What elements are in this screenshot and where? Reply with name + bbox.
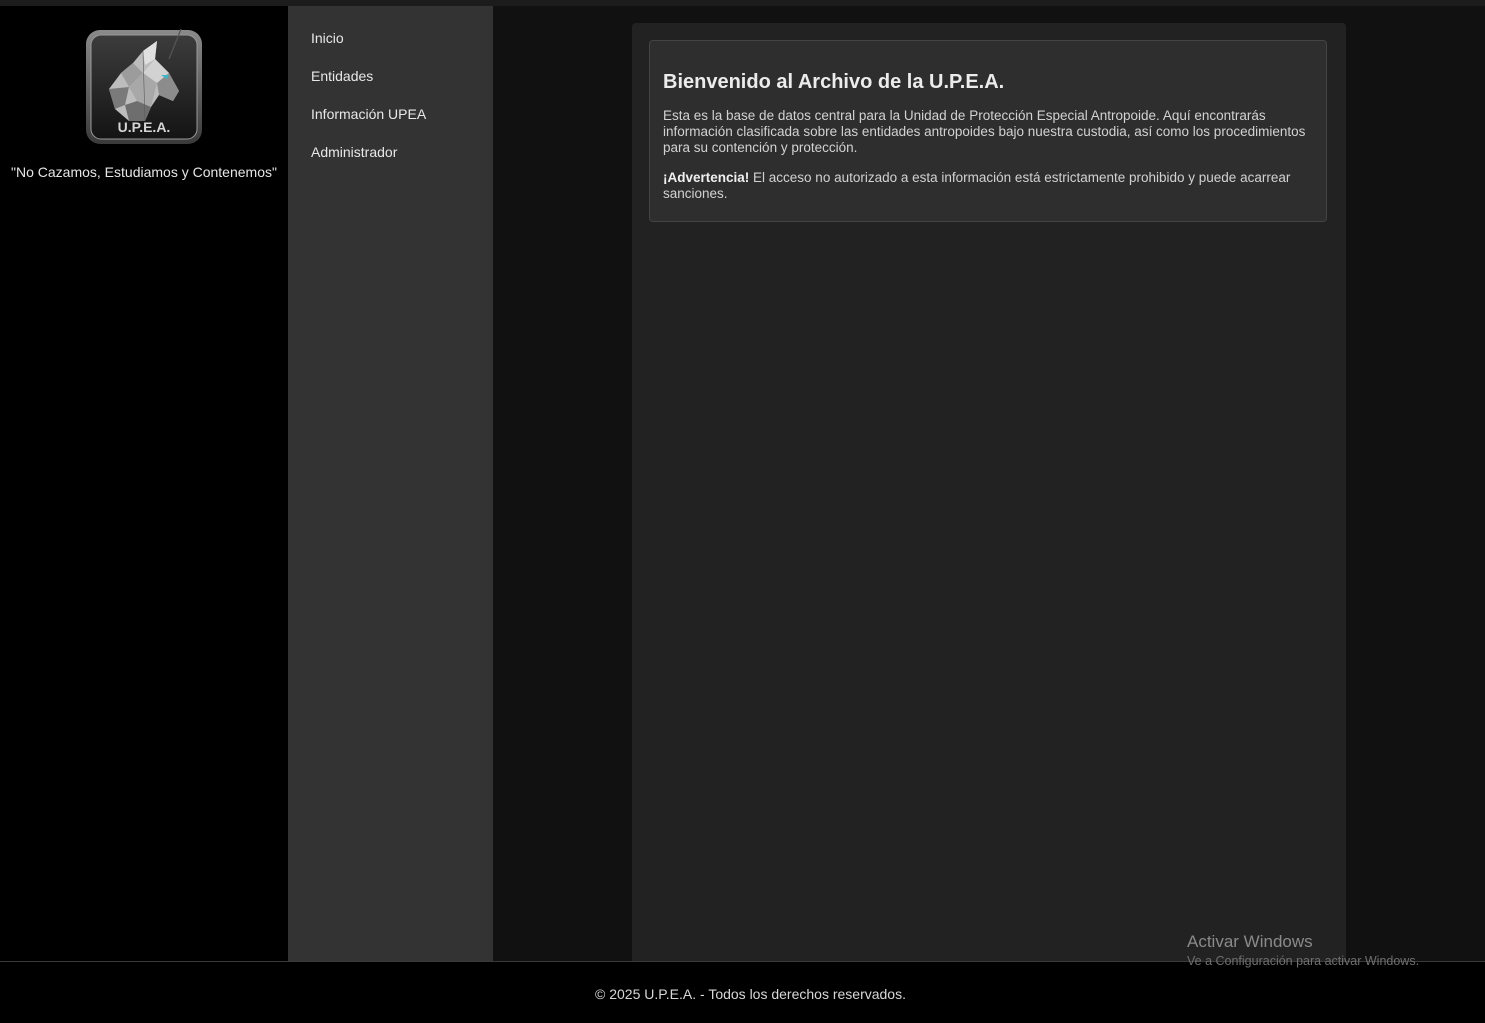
welcome-title: Bienvenido al Archivo de la U.P.E.A. — [663, 71, 1005, 93]
brand-panel: U.P.E.A. "No Cazamos, Estudiamos y Conte… — [0, 6, 288, 961]
copyright: © 2025 U.P.E.A. - Todos los derechos res… — [595, 986, 906, 1002]
footer: © 2025 U.P.E.A. - Todos los derechos res… — [0, 961, 1485, 1023]
logo-text: U.P.E.A. — [118, 119, 171, 135]
slogan: "No Cazamos, Estudiamos y Contenemos" — [11, 164, 277, 180]
nav-item-inicio[interactable]: Inicio — [311, 30, 344, 46]
activation-watermark-title: Activar Windows — [1187, 932, 1313, 951]
nav-item-administrador[interactable]: Administrador — [311, 144, 397, 160]
activation-watermark-subtitle: Ve a Configuración para activar Windows. — [1187, 954, 1420, 968]
sidebar-nav: Inicio Entidades Información UPEA Admini… — [288, 6, 493, 961]
warning-label: ¡Advertencia! — [663, 170, 750, 185]
welcome-intro: Esta es la base de datos central para la… — [663, 108, 1306, 155]
upea-logo[interactable]: U.P.E.A. — [85, 28, 203, 145]
nav-item-entidades[interactable]: Entidades — [311, 68, 373, 84]
warning-text: El acceso no autorizado a esta informaci… — [663, 170, 1291, 201]
warning-paragraph: ¡Advertencia! El acceso no autorizado a … — [663, 170, 1313, 202]
main-content: Bienvenido al Archivo de la U.P.E.A. Est… — [632, 23, 1346, 961]
welcome-card: Bienvenido al Archivo de la U.P.E.A. Est… — [649, 40, 1327, 222]
nav-item-informacion-upea[interactable]: Información UPEA — [311, 106, 426, 122]
